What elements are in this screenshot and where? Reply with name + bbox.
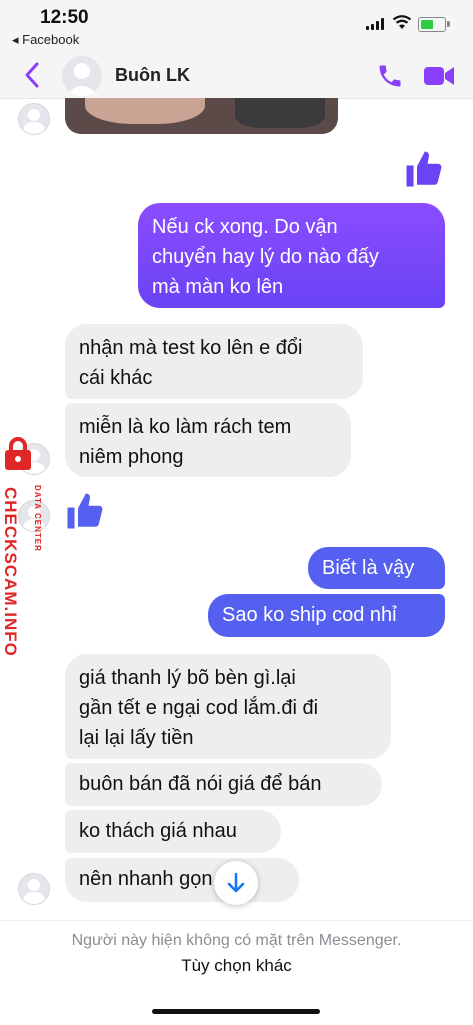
home-indicator[interactable] (152, 1009, 320, 1014)
contact-name[interactable]: Buôn LK (115, 65, 190, 86)
cellular-signal-icon (366, 18, 386, 30)
incoming-message-bubble[interactable]: ko thách giá nhau (65, 810, 281, 853)
scroll-to-bottom-button[interactable] (214, 861, 258, 905)
outgoing-message-bubble[interactable]: Sao ko ship cod nhỉ (208, 594, 445, 637)
watermark-subtitle: DATA CENTER (33, 485, 42, 552)
sender-avatar (18, 103, 50, 135)
back-to-app-link[interactable]: ◂ Facebook (12, 32, 79, 48)
arrow-down-icon (227, 872, 245, 893)
battery-icon (418, 17, 450, 32)
incoming-message-bubble[interactable]: nên nhanh gọn thôi (65, 858, 299, 902)
like-thumb-icon (403, 148, 445, 195)
contact-avatar[interactable] (62, 56, 102, 96)
like-thumb-icon (64, 490, 106, 537)
outgoing-message-bubble[interactable]: Biết là vậy (308, 547, 445, 589)
composer-footer: Người này hiện không có mặt trên Messeng… (0, 920, 473, 1025)
incoming-message-bubble[interactable]: buôn bán đã nói giá để bán (65, 763, 382, 806)
outgoing-message-bubble[interactable]: Nếu ck xong. Do vận chuyển hay lý do nào… (138, 203, 445, 308)
conversation-header: Buôn LK (0, 52, 473, 99)
more-options-link[interactable]: Tùy chọn khác (0, 956, 473, 976)
back-chevron-icon[interactable] (22, 60, 42, 95)
video-call-icon[interactable] (423, 64, 455, 93)
watermark: CHECKSCAM.INFO DATA CENTER (0, 437, 50, 667)
status-bar: 12:50 ◂ Facebook (0, 0, 473, 52)
incoming-message-bubble[interactable]: nhận mà test ko lên e đổi cái khác (65, 324, 363, 399)
watermark-brand: CHECKSCAM.INFO (1, 487, 20, 657)
photo-attachment[interactable] (65, 98, 338, 134)
presence-note: Người này hiện không có mặt trên Messeng… (71, 932, 402, 949)
message-list[interactable]: Nếu ck xong. Do vận chuyển hay lý do nào… (0, 98, 473, 920)
phone-call-icon[interactable] (376, 62, 404, 95)
sender-avatar (18, 873, 50, 905)
padlock-icon (4, 437, 32, 471)
wifi-icon (392, 14, 412, 35)
status-time: 12:50 (40, 7, 89, 28)
incoming-message-bubble[interactable]: miễn là ko làm rách tem niêm phong (65, 403, 351, 477)
incoming-message-bubble[interactable]: giá thanh lý bõ bèn gì.lại gần tết e ngạ… (65, 654, 391, 759)
